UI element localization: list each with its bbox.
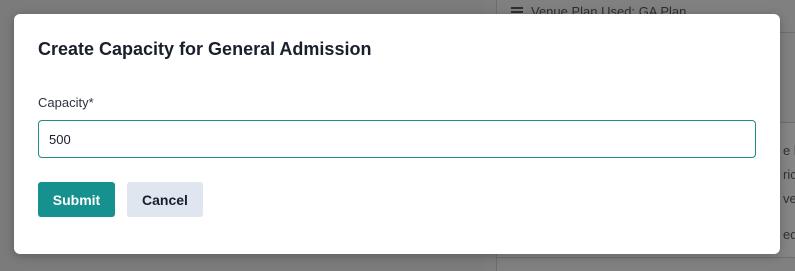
capacity-input[interactable] [38,120,756,158]
card-fragment: e ba [783,143,795,158]
card-fragment: ric [783,167,795,182]
modal-title: Create Capacity for General Admission [38,39,372,59]
card-fragment: ed [783,227,795,242]
background-card-text: e ba ric ver ed [783,139,795,247]
create-capacity-modal: Create Capacity for General Admission Ca… [14,14,780,254]
capacity-label: Capacity* [38,95,94,110]
cancel-button[interactable]: Cancel [127,182,203,217]
submit-button[interactable]: Submit [38,182,115,217]
card-fragment: ver [783,191,795,206]
